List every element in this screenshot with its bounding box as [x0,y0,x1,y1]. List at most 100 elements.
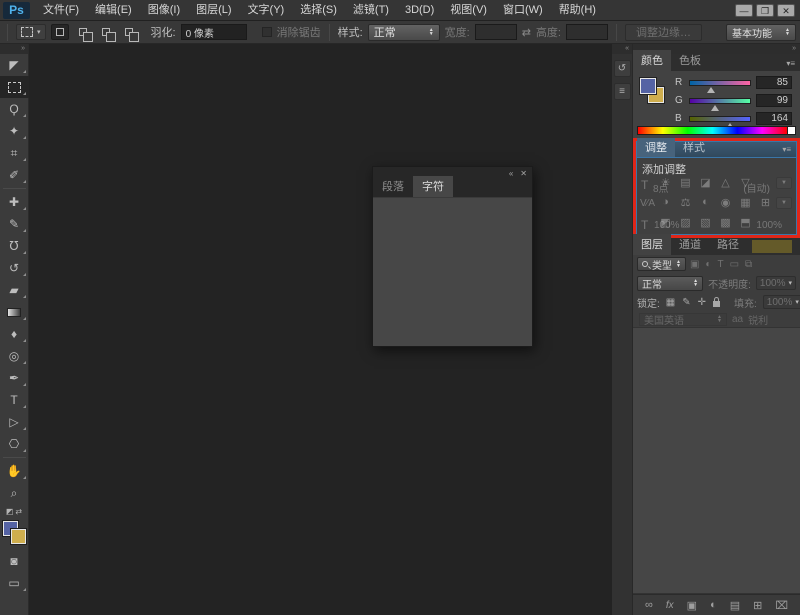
delete-layer-icon[interactable]: ⌧ [775,599,788,612]
menu-help[interactable]: 帮助(H) [551,0,604,20]
foreground-color-swatch[interactable] [640,78,656,94]
properties-panel-icon[interactable]: ≡ [614,83,631,100]
gradient-tool[interactable] [0,301,29,323]
swap-colors-icon[interactable]: ⇄ [15,507,22,516]
green-value-input[interactable]: 99 [756,94,792,107]
color-lookup-icon[interactable]: ⊞ [759,196,772,209]
exposure-icon[interactable]: △ [719,176,732,189]
height-input[interactable] [566,24,608,40]
refine-edge-button[interactable]: 调整边缘… [625,24,702,41]
menu-view[interactable]: 视图(V) [442,0,495,20]
blend-mode-dropdown[interactable]: 正常 ▲▼ [637,276,703,291]
green-slider-thumb[interactable] [711,105,719,111]
new-group-icon[interactable]: ▤ [730,599,740,612]
add-to-selection-button[interactable] [74,24,92,40]
layer-effects-icon[interactable]: fx [666,600,674,611]
move-tool[interactable]: ◤ [0,54,29,76]
tab-adjustments[interactable]: 调整 [637,138,675,157]
fill-dropdown[interactable]: 100% ▾ [763,295,800,309]
blur-tool[interactable]: ♦ [0,323,29,345]
menu-3d[interactable]: 3D(D) [397,0,442,20]
magic-wand-tool[interactable]: ✦ [0,120,29,142]
dodge-tool[interactable]: ◎ [0,345,29,367]
hue-saturation-icon[interactable]: ◑ [659,196,672,209]
tools-collapse-button[interactable]: » [0,44,28,54]
gradient-map-icon[interactable]: ▩ [719,216,732,229]
new-layer-icon[interactable]: ⊞ [753,599,762,612]
tab-paragraph[interactable]: 段落 [373,176,413,197]
menu-window[interactable]: 窗口(W) [495,0,551,20]
filter-pixel-layers-icon[interactable]: ▣ [690,259,699,270]
tab-character[interactable]: 字符 [413,176,453,197]
blue-slider[interactable] [689,116,751,122]
tab-swatches[interactable]: 色板 [671,50,709,71]
threshold-icon[interactable]: ▧ [699,216,712,229]
rectangular-marquee-tool[interactable] [0,76,29,98]
intersect-selection-button[interactable] [120,24,138,40]
lock-position-icon[interactable]: ✛ [698,297,706,308]
menu-filter[interactable]: 滤镜(T) [345,0,397,20]
screen-mode-button[interactable]: ▭ [0,572,29,594]
photo-filter-icon[interactable]: ◉ [719,196,732,209]
link-layers-icon[interactable]: ∞ [645,599,653,611]
swap-dimensions-icon[interactable]: ⇄ [522,26,531,39]
tab-paths[interactable]: 路径 [709,234,747,255]
curves-icon[interactable]: ◪ [699,176,712,189]
blue-value-input[interactable]: 164 [756,112,792,125]
menu-file[interactable]: 文件(F) [35,0,87,20]
red-slider-thumb[interactable] [707,87,715,93]
levels-icon[interactable]: ▤ [679,176,692,189]
eyedropper-tool[interactable]: ✐ [0,164,29,186]
filter-type-layers-icon[interactable]: T [717,259,723,270]
antialias-checkbox[interactable] [262,27,272,37]
lasso-tool[interactable]: Ϙ [0,98,29,120]
filter-adjustment-layers-icon[interactable]: ◐ [705,259,711,270]
type-tool[interactable]: T [0,389,29,411]
channel-mixer-icon[interactable]: ▦ [739,196,752,209]
eraser-tool[interactable]: ▰ [0,279,29,301]
pen-tool[interactable]: ✒ [0,367,29,389]
color-balance-icon[interactable]: ⚖ [679,196,692,209]
maximize-button[interactable]: ❐ [756,4,774,17]
menu-type[interactable]: 文字(Y) [240,0,293,20]
tool-preset-picker[interactable]: ▾ [16,24,46,40]
lock-pixels-icon[interactable]: ✎ [682,297,690,308]
menu-image[interactable]: 图像(I) [140,0,188,20]
red-slider[interactable] [689,80,751,86]
subtract-selection-button[interactable] [97,24,115,40]
workspace-dropdown[interactable]: 基本功能 ▲▼ [726,24,796,41]
posterize-icon[interactable]: ▨ [679,216,692,229]
crop-tool[interactable]: ⌗ [0,142,29,164]
menu-edit[interactable]: 编辑(E) [87,0,140,20]
tab-styles[interactable]: 样式 [675,138,713,157]
close-panel-icon[interactable]: ✕ [520,168,527,180]
tab-color[interactable]: 颜色 [633,50,671,71]
spectrum-white-chip[interactable] [787,127,795,134]
spectrum-gradient[interactable] [638,127,787,134]
tab-layers[interactable]: 图层 [633,234,671,255]
lock-transparency-icon[interactable]: ▦ [666,297,675,308]
zoom-tool[interactable]: ⌕ [0,482,29,504]
path-selection-tool[interactable]: ▷ [0,411,29,433]
layers-list[interactable] [633,327,800,594]
close-button[interactable]: ✕ [777,4,795,17]
minimize-button[interactable]: — [735,4,753,17]
width-input[interactable] [475,24,517,40]
opacity-dropdown[interactable]: 100% ▾ [756,276,796,290]
menu-select[interactable]: 选择(S) [292,0,345,20]
panel-menu-icon[interactable]: ▾≡ [777,145,796,157]
selective-color-icon[interactable]: ⬒ [739,216,752,229]
history-brush-tool[interactable]: ↺ [0,257,29,279]
menu-layer[interactable]: 图层(L) [188,0,239,20]
brush-tool[interactable]: ✎ [0,213,29,235]
lock-all-icon[interactable] [713,301,720,307]
color-spectrum-ramp[interactable] [637,126,796,135]
new-adjustment-layer-icon[interactable]: ◐ [710,599,717,611]
shape-tool[interactable]: ⎔ [0,433,29,455]
strip-collapse-button[interactable]: « [612,44,632,54]
green-slider[interactable] [689,98,751,104]
layer-mask-icon[interactable]: ▣ [687,599,697,612]
background-color-swatch[interactable] [11,529,26,544]
filter-smart-objects-icon[interactable]: ⧉ [745,259,752,270]
hand-tool[interactable]: ✋ [0,460,29,482]
